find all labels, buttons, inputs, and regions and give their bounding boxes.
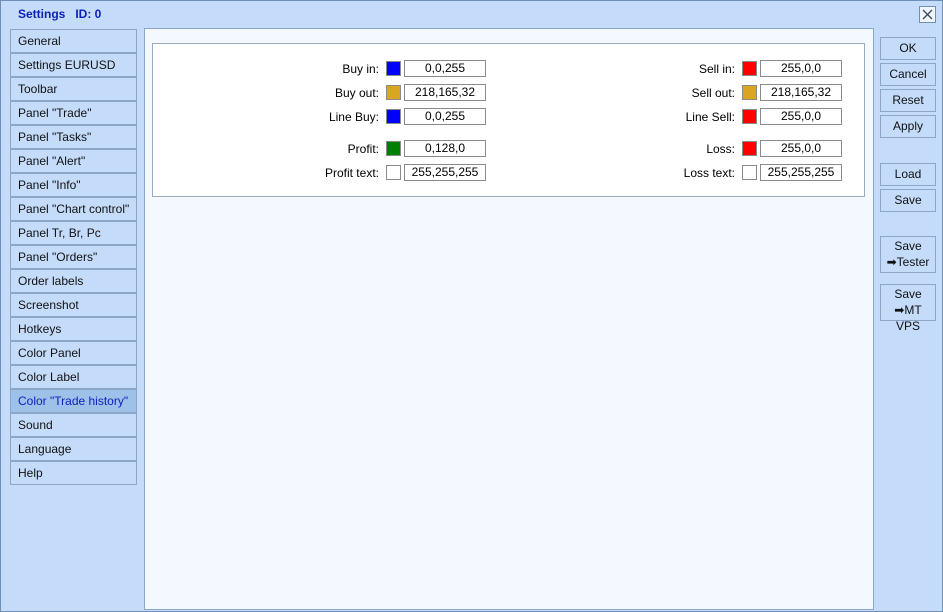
sidebar-item[interactable]: Help [10, 461, 137, 485]
reset-button[interactable]: Reset [880, 89, 936, 112]
sidebar-item-label: Help [18, 466, 43, 480]
left-color-value-field[interactable]: 255,255,255 [404, 164, 486, 181]
left-color-swatch[interactable] [386, 141, 401, 156]
title-bar: Settings ID: 0 [1, 1, 942, 27]
save-vps-line1: Save [894, 287, 922, 301]
sidebar-item-label: Panel "Chart control" [18, 202, 130, 216]
left-color-value-field[interactable]: 0,0,255 [404, 108, 486, 125]
sidebar-item-label: Panel "Tasks" [18, 130, 92, 144]
save-vps-line2: ➡MT VPS [894, 303, 922, 333]
left-color-swatch[interactable] [386, 85, 401, 100]
sidebar-item[interactable]: Settings EURUSD [10, 53, 137, 77]
sidebar-item-label: Panel "Alert" [18, 154, 86, 168]
settings-window: Settings ID: 0 General Settings EURUSD Too… [0, 0, 943, 612]
sidebar-item-label: Sound [18, 418, 53, 432]
left-color-swatch[interactable] [386, 165, 401, 180]
trade-history-colors-group: Buy in: 0,0,255 Buy out: 218,165,32 Line Buy… [152, 43, 865, 197]
sidebar-item-label: Color "Trade history" [18, 394, 129, 408]
sidebar-item[interactable]: Panel "Alert" [10, 149, 137, 173]
sidebar-item[interactable]: Order labels [10, 269, 137, 293]
window-title: Settings ID: 0 [18, 7, 102, 21]
sidebar-item-label: Panel Tr, Br, Pc [18, 226, 101, 240]
sidebar-item[interactable]: Screenshot [10, 293, 137, 317]
right-color-label: Loss: [706, 142, 735, 156]
left-color-swatch[interactable] [386, 109, 401, 124]
right-color-value-field[interactable]: 255,255,255 [760, 164, 842, 181]
sidebar-item[interactable]: Panel "Trade" [10, 101, 137, 125]
sidebar-item-label: Order labels [18, 274, 84, 288]
cancel-button[interactable]: Cancel [880, 63, 936, 86]
left-color-label: Buy out: [334, 86, 379, 100]
right-color-swatch[interactable] [742, 141, 757, 156]
left-color-label: Line Buy: [328, 110, 379, 124]
sidebar-item[interactable]: Color "Trade history" [10, 389, 137, 413]
sidebar-item-label: General [18, 34, 61, 48]
sidebar-item[interactable]: Toolbar [10, 77, 137, 101]
left-color-swatch[interactable] [386, 61, 401, 76]
right-color-label: Sell out: [691, 86, 735, 100]
sidebar-item[interactable]: Color Label [10, 365, 137, 389]
sidebar-item-label: Language [18, 442, 72, 456]
sidebar-item-label: Color Label [18, 370, 80, 384]
sidebar-item[interactable]: General [10, 29, 137, 53]
right-color-value-field[interactable]: 255,0,0 [760, 140, 842, 157]
right-color-value-field[interactable]: 255,0,0 [760, 108, 842, 125]
sidebar-item-label: Panel "Orders" [18, 250, 98, 264]
left-color-label: Profit text: [324, 166, 379, 180]
sidebar-item[interactable]: Panel "Info" [10, 173, 137, 197]
right-color-swatch[interactable] [742, 109, 757, 124]
sidebar-item[interactable]: Panel "Chart control" [10, 197, 137, 221]
sidebar-item[interactable]: Panel "Tasks" [10, 125, 137, 149]
save-tester-button[interactable]: Save ➡Tester [880, 236, 936, 273]
close-icon [922, 9, 933, 20]
save-tester-line1: Save [894, 239, 922, 253]
right-color-label: Line Sell: [685, 110, 735, 124]
sidebar-item[interactable]: Color Panel [10, 341, 137, 365]
right-color-value-field[interactable]: 218,165,32 [760, 84, 842, 101]
sidebar-item-label: Settings EURUSD [18, 58, 116, 72]
left-color-value-field[interactable]: 218,165,32 [404, 84, 486, 101]
sidebar-item-label: Screenshot [18, 298, 79, 312]
ok-button[interactable]: OK [880, 37, 936, 60]
load-button[interactable]: Load [880, 163, 936, 186]
sidebar-item-label: Hotkeys [18, 322, 62, 336]
left-color-label: Buy in: [342, 62, 379, 76]
sidebar-item[interactable]: Hotkeys [10, 317, 137, 341]
right-color-swatch[interactable] [742, 61, 757, 76]
save-button[interactable]: Save [880, 189, 936, 212]
left-color-label: Profit: [347, 142, 379, 156]
right-color-swatch[interactable] [742, 85, 757, 100]
save-tester-line2: ➡Tester [886, 255, 930, 269]
sidebar-item[interactable]: Sound [10, 413, 137, 437]
sidebar-item-label: Color Panel [18, 346, 81, 360]
sidebar-item[interactable]: Language [10, 437, 137, 461]
sidebar-item-label: Toolbar [18, 82, 58, 96]
right-color-label: Loss text: [683, 166, 735, 180]
sidebar-item[interactable]: Panel "Orders" [10, 245, 137, 269]
save-vps-button[interactable]: Save ➡MT VPS [880, 284, 936, 333]
sidebar-item-label: Panel "Info" [18, 178, 81, 192]
content-panel: Buy in: 0,0,255 Buy out: 218,165,32 Line Buy… [144, 28, 874, 610]
left-color-value-field[interactable]: 0,128,0 [404, 140, 486, 157]
left-color-value-field[interactable]: 0,0,255 [404, 60, 486, 77]
right-color-swatch[interactable] [742, 165, 757, 180]
right-color-value-field[interactable]: 255,0,0 [760, 60, 842, 77]
right-color-label: Sell in: [698, 62, 735, 76]
apply-button[interactable]: Apply [880, 115, 936, 138]
close-button[interactable] [919, 6, 936, 23]
sidebar-item[interactable]: Panel Tr, Br, Pc [10, 221, 137, 245]
sidebar-item-label: Panel "Trade" [18, 106, 92, 120]
